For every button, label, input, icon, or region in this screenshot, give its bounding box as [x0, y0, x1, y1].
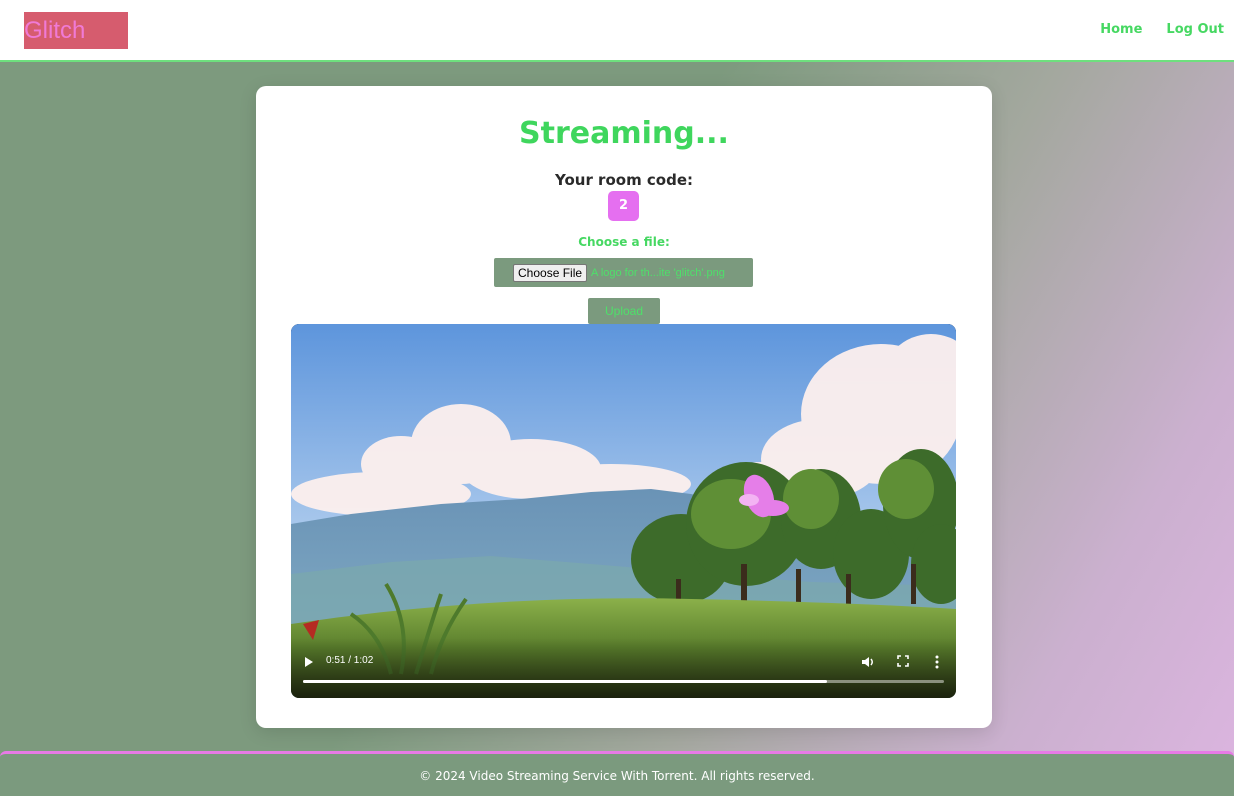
footer-text: © 2024 Video Streaming Service With Torr…: [419, 769, 815, 783]
nav-home-link[interactable]: Home: [1100, 22, 1142, 37]
nav-logout-link[interactable]: Log Out: [1166, 22, 1224, 37]
page-footer: © 2024 Video Streaming Service With Torr…: [0, 751, 1234, 796]
room-code-label: Your room code:: [554, 171, 694, 189]
more-options-icon[interactable]: [935, 655, 939, 669]
room-code-badge: 2: [608, 191, 639, 221]
choose-file-button[interactable]: Choose File: [513, 263, 588, 282]
fullscreen-icon[interactable]: [897, 655, 909, 667]
file-input[interactable]: Choose File A logo for th...ite 'glitch'…: [494, 258, 753, 287]
selected-file-name: A logo for th...ite 'glitch'.png: [591, 266, 725, 279]
video-player[interactable]: 0:51 / 1:02: [291, 324, 956, 698]
video-progress-bar[interactable]: [303, 680, 944, 683]
video-progress-fill: [303, 680, 827, 683]
page-title: Streaming...: [519, 116, 729, 151]
video-time: 0:51 / 1:02: [326, 655, 374, 666]
streaming-card: Streaming... Your room code: 2 Choose a …: [256, 86, 992, 728]
file-input-label: Choose a file:: [578, 235, 670, 249]
controls-overlay: [291, 638, 956, 698]
site-logo[interactable]: Glitch: [24, 12, 128, 49]
main-nav: Home Log Out: [1100, 22, 1224, 37]
upload-button[interactable]: Upload: [588, 298, 660, 324]
volume-icon[interactable]: [861, 655, 875, 669]
play-icon[interactable]: [305, 657, 313, 667]
top-navbar: Glitch Home Log Out: [0, 0, 1234, 62]
